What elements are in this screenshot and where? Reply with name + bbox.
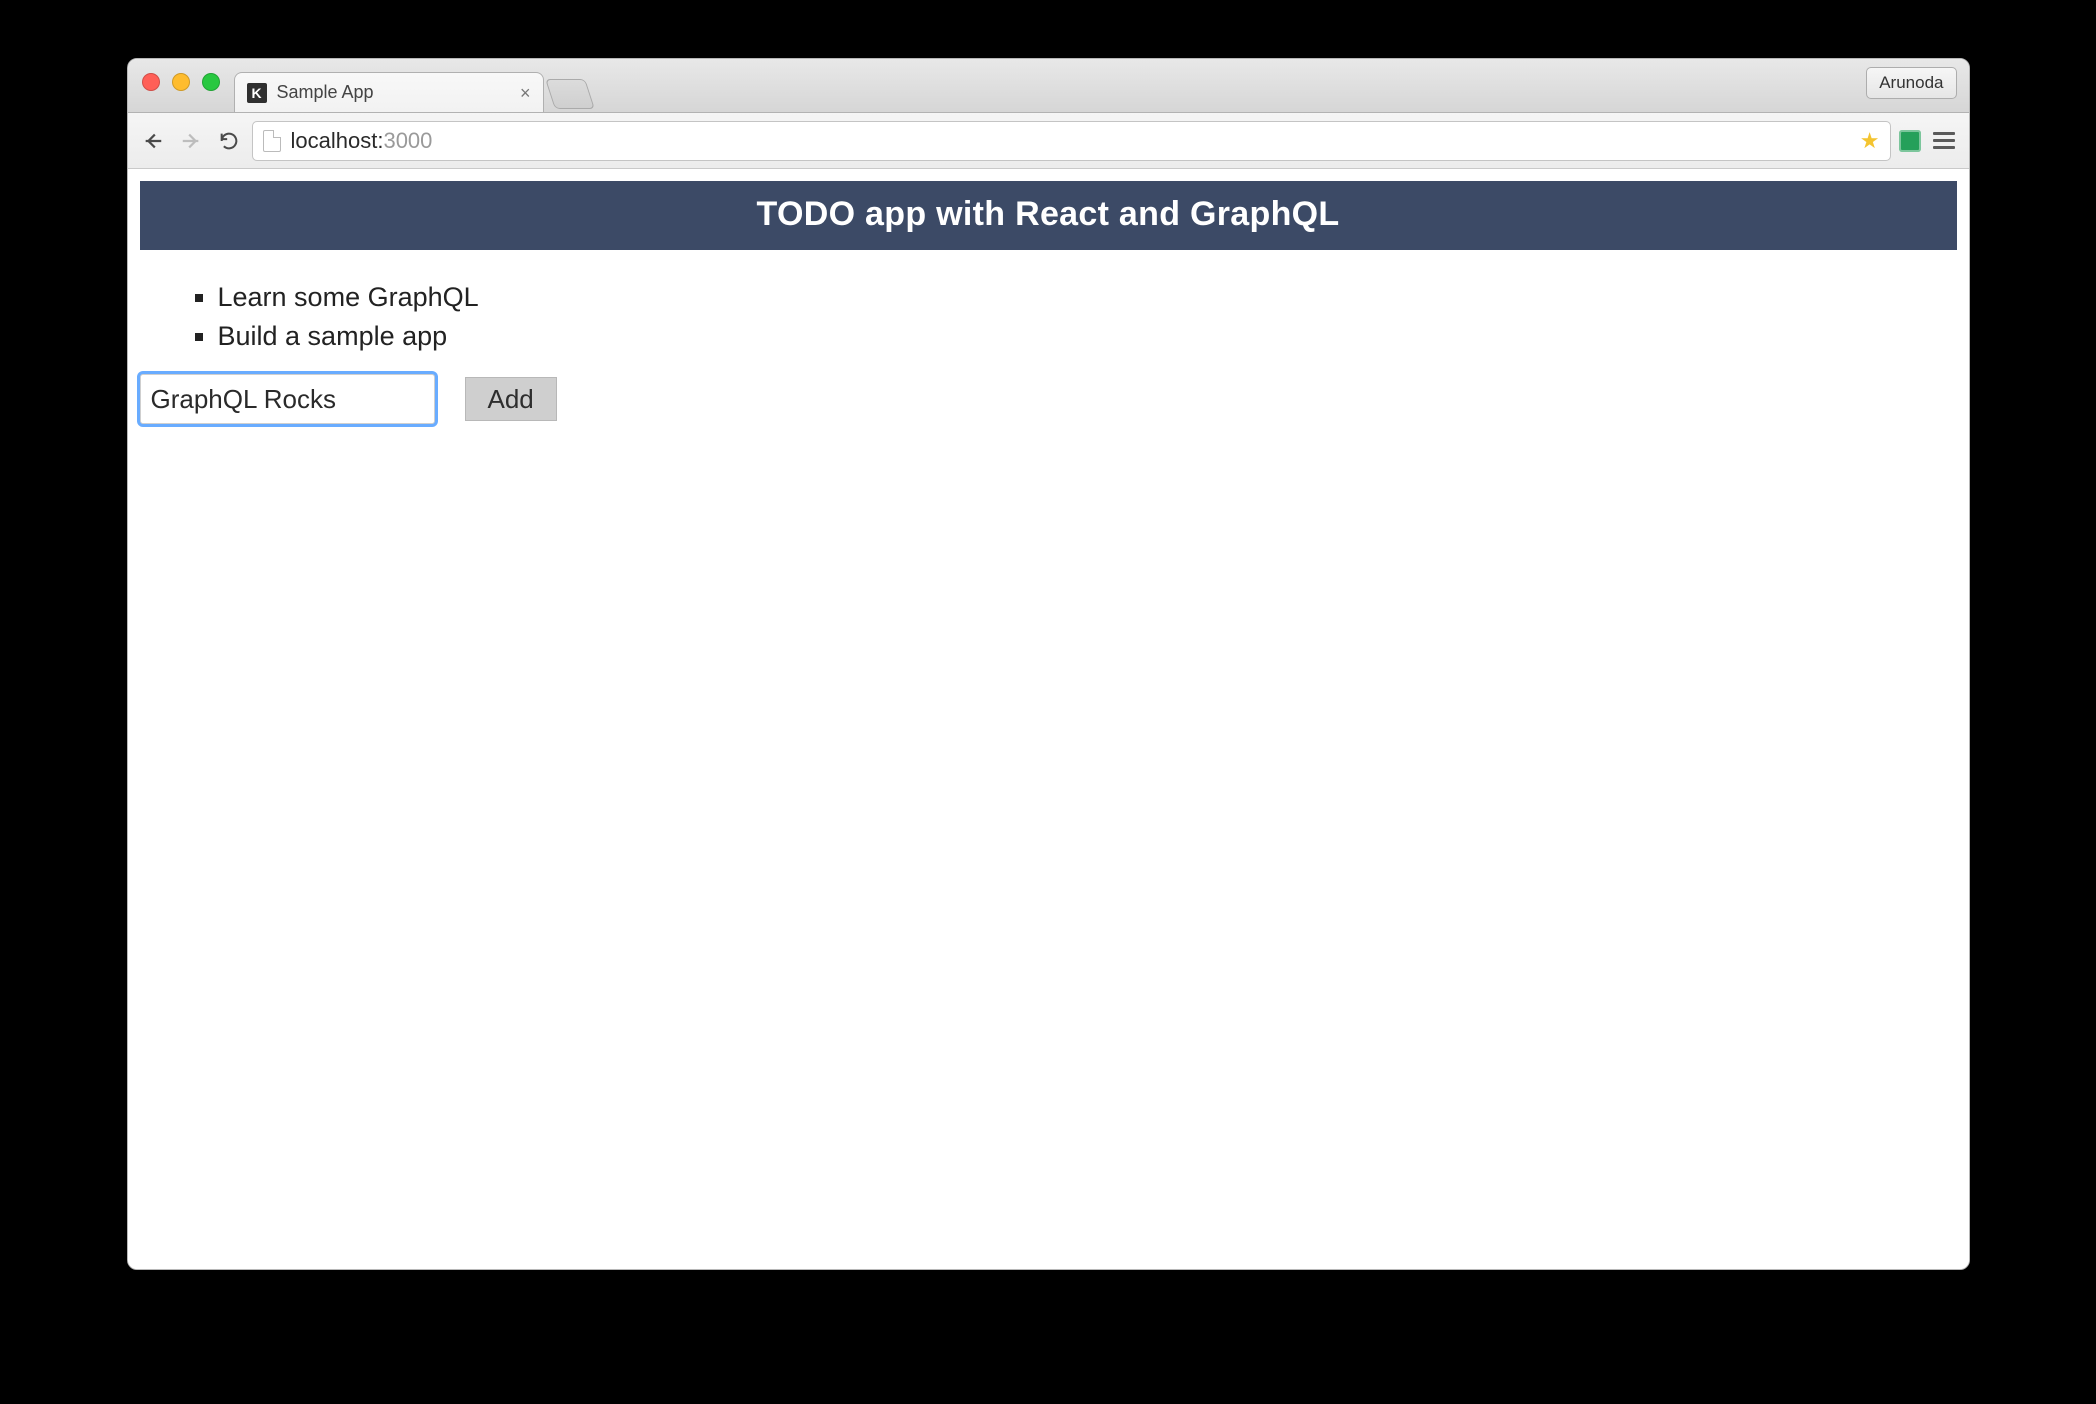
extension-icon[interactable] (1899, 130, 1921, 152)
browser-tab[interactable]: K Sample App × (234, 72, 544, 112)
tab-title: Sample App (277, 82, 374, 103)
page-icon (263, 130, 281, 152)
toolbar: localhost:3000 ★ (128, 113, 1969, 169)
forward-button[interactable] (176, 126, 206, 156)
back-button[interactable] (138, 126, 168, 156)
reload-button[interactable] (214, 126, 244, 156)
page-viewport: TODO app with React and GraphQL Learn so… (128, 169, 1969, 1269)
new-tab-button[interactable] (545, 79, 595, 109)
url-rest: 3000 (383, 128, 432, 153)
tab-favicon-icon: K (247, 83, 267, 103)
titlebar: K Sample App × Arunoda (128, 59, 1969, 113)
profile-button[interactable]: Arunoda (1866, 67, 1956, 99)
tabstrip: K Sample App × (234, 59, 590, 112)
arrow-left-icon (142, 130, 164, 152)
window-minimize-icon[interactable] (172, 73, 190, 91)
reload-icon (218, 130, 240, 152)
list-item: Build a sample app (218, 317, 1957, 356)
window-controls (142, 73, 220, 91)
add-todo-row: Add (140, 374, 1957, 424)
profile-name: Arunoda (1879, 73, 1943, 93)
arrow-right-icon (180, 130, 202, 152)
bookmark-star-icon[interactable]: ★ (1860, 128, 1880, 154)
list-item: Learn some GraphQL (218, 278, 1957, 317)
window-zoom-icon[interactable] (202, 73, 220, 91)
todo-input[interactable] (140, 374, 435, 424)
address-bar[interactable]: localhost:3000 ★ (252, 121, 1891, 161)
add-button[interactable]: Add (465, 377, 557, 421)
url-host: localhost: (291, 128, 384, 153)
window-close-icon[interactable] (142, 73, 160, 91)
tab-close-icon[interactable]: × (520, 84, 531, 102)
browser-window: K Sample App × Arunoda localhost:3000 ★ (127, 58, 1970, 1270)
app-header: TODO app with React and GraphQL (140, 181, 1957, 250)
todo-list: Learn some GraphQL Build a sample app (140, 278, 1957, 356)
hamburger-menu-icon[interactable] (1929, 132, 1959, 149)
